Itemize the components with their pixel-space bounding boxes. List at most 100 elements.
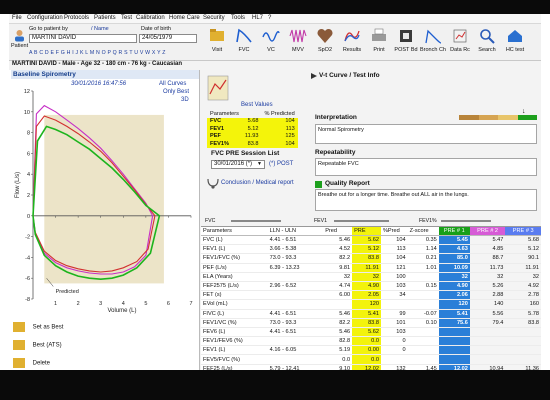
table-cell: 11.73 bbox=[469, 263, 506, 273]
col-lln-uln[interactable]: LLN - ULN bbox=[267, 227, 324, 236]
table-cell: 104 bbox=[380, 235, 408, 246]
bv-pred: 125 bbox=[261, 132, 298, 140]
table-cell: 103 bbox=[380, 281, 408, 292]
table-row[interactable]: FEV5/FVC (%) 0.0 0.0 bbox=[201, 354, 541, 365]
data-rc-button[interactable]: Data Rc bbox=[447, 27, 473, 57]
name-link[interactable]: / Name bbox=[91, 26, 109, 32]
table-cell bbox=[505, 345, 541, 356]
menu-security[interactable]: Security bbox=[203, 15, 225, 21]
menu-configuration[interactable]: Configuration bbox=[27, 15, 63, 21]
application-window: File Configuration Protocols Patients Te… bbox=[9, 14, 541, 370]
table-row[interactable]: FEV1/FVC (%) 73.0 - 93.3 82.2 83.8 104 0.21 85… bbox=[201, 253, 541, 264]
col-pre-2[interactable]: PRE # 2 bbox=[469, 227, 506, 236]
table-row[interactable]: ELA (Years) 32 32 100 32 32 32 bbox=[201, 272, 541, 282]
col-parameters[interactable]: Parameters bbox=[201, 227, 268, 236]
x-tick-label: 2 bbox=[77, 301, 80, 307]
col-pre[interactable]: PRE bbox=[352, 227, 381, 236]
table-cell: 34 bbox=[380, 290, 408, 301]
menu-file[interactable]: File bbox=[12, 15, 22, 21]
menu-patients[interactable]: Patients bbox=[94, 15, 116, 21]
col-pred[interactable]: Pred bbox=[323, 227, 353, 236]
menu-tools[interactable]: Tools bbox=[231, 15, 245, 21]
post-bd-button[interactable]: POST Bd bbox=[393, 27, 419, 57]
vt-curve-tab[interactable]: V-t Curve / Test Info bbox=[319, 72, 380, 79]
menu-hl7[interactable]: HL7 bbox=[252, 15, 263, 21]
patient-name-input[interactable]: MARTINI DAVID bbox=[29, 34, 137, 43]
conclusion-report-link[interactable]: Conclusion / Medical report bbox=[221, 180, 294, 186]
results-button[interactable]: Results bbox=[339, 27, 365, 57]
table-cell: 113 bbox=[380, 244, 408, 255]
results-label: Results bbox=[342, 47, 362, 53]
table-cell: 5.68 bbox=[505, 235, 541, 246]
table-cell: 5.41 bbox=[352, 309, 381, 319]
table-cell bbox=[438, 345, 470, 356]
best-values-icon bbox=[207, 75, 229, 101]
table-row[interactable]: FET (s) 6.00 2.05 34 2.06 2.88 2.78 bbox=[201, 290, 541, 301]
fvc-button[interactable]: FVC bbox=[231, 27, 257, 57]
hc-test-button[interactable]: HC test bbox=[502, 27, 528, 57]
table-cell: 0.0 bbox=[352, 354, 381, 365]
best-ats-button[interactable]: Best (ATS) bbox=[13, 340, 133, 354]
patient-dob-input[interactable]: 24/05/1979 bbox=[139, 34, 197, 43]
table-cell: 82.2 bbox=[323, 318, 353, 328]
table-row[interactable]: FIVC (L) 4.41 - 6.51 5.46 5.41 99 -0.07 5.41 5.… bbox=[201, 309, 541, 319]
menu-help[interactable]: ? bbox=[268, 15, 271, 21]
table-cell bbox=[438, 354, 470, 365]
fev1pct-scale bbox=[441, 220, 491, 222]
table-cell: 82.8 bbox=[323, 336, 353, 347]
vc-curve-icon bbox=[262, 30, 280, 42]
table-row[interactable]: FEV1 (L) 3.66 - 5.38 4.52 5.12 113 1.14 4.63 4.… bbox=[201, 244, 541, 255]
delete-button[interactable]: Delete bbox=[13, 358, 133, 370]
visit-button[interactable]: Visit bbox=[204, 27, 230, 57]
print-button[interactable]: Print bbox=[366, 27, 392, 57]
mvv-button[interactable]: MVV bbox=[285, 27, 311, 57]
table-cell: 5.12 bbox=[352, 244, 381, 255]
chevron-down-icon[interactable]: ▼ bbox=[257, 161, 262, 167]
info-panel: V-t Curve / Test Info Interpretation ↓ N… bbox=[309, 70, 541, 218]
col-pct-pred[interactable]: %Pred bbox=[380, 227, 408, 236]
x-tick-label: 1 bbox=[54, 301, 57, 307]
bronch-ch-button[interactable]: Bronch Ch bbox=[420, 27, 446, 57]
table-cell: 4.63 bbox=[438, 244, 470, 255]
table-row[interactable]: PEF (L/s) 6.39 - 13.23 9.81 11.91 121 1.01 10.… bbox=[201, 263, 541, 273]
menu-home-care[interactable]: Home Care bbox=[169, 15, 200, 21]
table-row[interactable]: FEV1/VC (%) 73.0 - 93.3 82.2 83.8 101 0.10 75.… bbox=[201, 318, 541, 328]
search-button[interactable]: Search bbox=[474, 27, 500, 57]
repeatability-text[interactable]: Repeatable FVC bbox=[315, 158, 537, 176]
table-cell: FEV1/FVC (%) bbox=[201, 253, 268, 264]
table-row[interactable]: EVol (mL) 120 120 140 160 bbox=[201, 299, 541, 310]
table-cell: 0.0 bbox=[323, 354, 353, 365]
menu-protocols[interactable]: Protocols bbox=[64, 15, 89, 21]
table-row[interactable]: FEF2575 (L/s) 2.96 - 6.52 4.74 4.90 103 0.15 4… bbox=[201, 281, 541, 292]
menu-test[interactable]: Test bbox=[121, 15, 132, 21]
table-row[interactable]: FEV1/FEV6 (%) 82.8 0.0 0 bbox=[201, 336, 541, 347]
alphabet-index[interactable]: A B C D E F G H I J K L M N O P Q R S T … bbox=[29, 50, 166, 56]
col-pre-3[interactable]: PRE # 3 bbox=[505, 227, 541, 236]
menu-calibration[interactable]: Calibration bbox=[136, 15, 165, 21]
patient-icon[interactable] bbox=[13, 29, 26, 42]
vc-button[interactable]: VC bbox=[258, 27, 284, 57]
table-row[interactable]: FEV1 (L) 4.16 - 6.05 5.19 0.00 0 bbox=[201, 345, 541, 356]
set-as-best-button[interactable]: Set as Best bbox=[13, 322, 133, 336]
y-tick-label: -8 bbox=[25, 297, 30, 303]
col-pre-1[interactable]: PRE # 1 bbox=[438, 227, 470, 236]
spo2-button[interactable]: SpO2 bbox=[312, 27, 338, 57]
table-cell: 73.0 - 93.3 bbox=[267, 253, 324, 264]
table-cell bbox=[407, 345, 439, 356]
best-ats-label: Best (ATS) bbox=[32, 342, 62, 349]
table-row[interactable]: FEV6 (L) 4.41 - 6.51 5.46 5.62 103 bbox=[201, 327, 541, 338]
col-z-score[interactable]: Z-score bbox=[407, 227, 439, 236]
table-cell: 4.41 - 6.51 bbox=[267, 235, 324, 246]
table-cell: 0 bbox=[380, 336, 408, 347]
table-cell: 0.35 bbox=[407, 235, 439, 246]
table-row[interactable]: FVC (L) 4.41 - 6.51 5.46 5.62 104 0.35 5.45 5.4… bbox=[201, 235, 541, 246]
patient-button-label[interactable]: Patient bbox=[11, 43, 28, 49]
best-values-table: Parameters % Predicted FVC 5.68 104 FEV1… bbox=[207, 110, 298, 148]
table-cell: 101 bbox=[380, 318, 408, 328]
predicted-label: Predicted bbox=[56, 289, 79, 295]
interpretation-text[interactable]: Normal Spirometry bbox=[315, 124, 537, 144]
quality-report-text[interactable]: Breathe out for a longer time. Breathe o… bbox=[315, 189, 537, 211]
folder-icon bbox=[13, 340, 25, 350]
table-cell: 4.85 bbox=[469, 244, 506, 255]
table-cell: 11.91 bbox=[505, 263, 541, 273]
